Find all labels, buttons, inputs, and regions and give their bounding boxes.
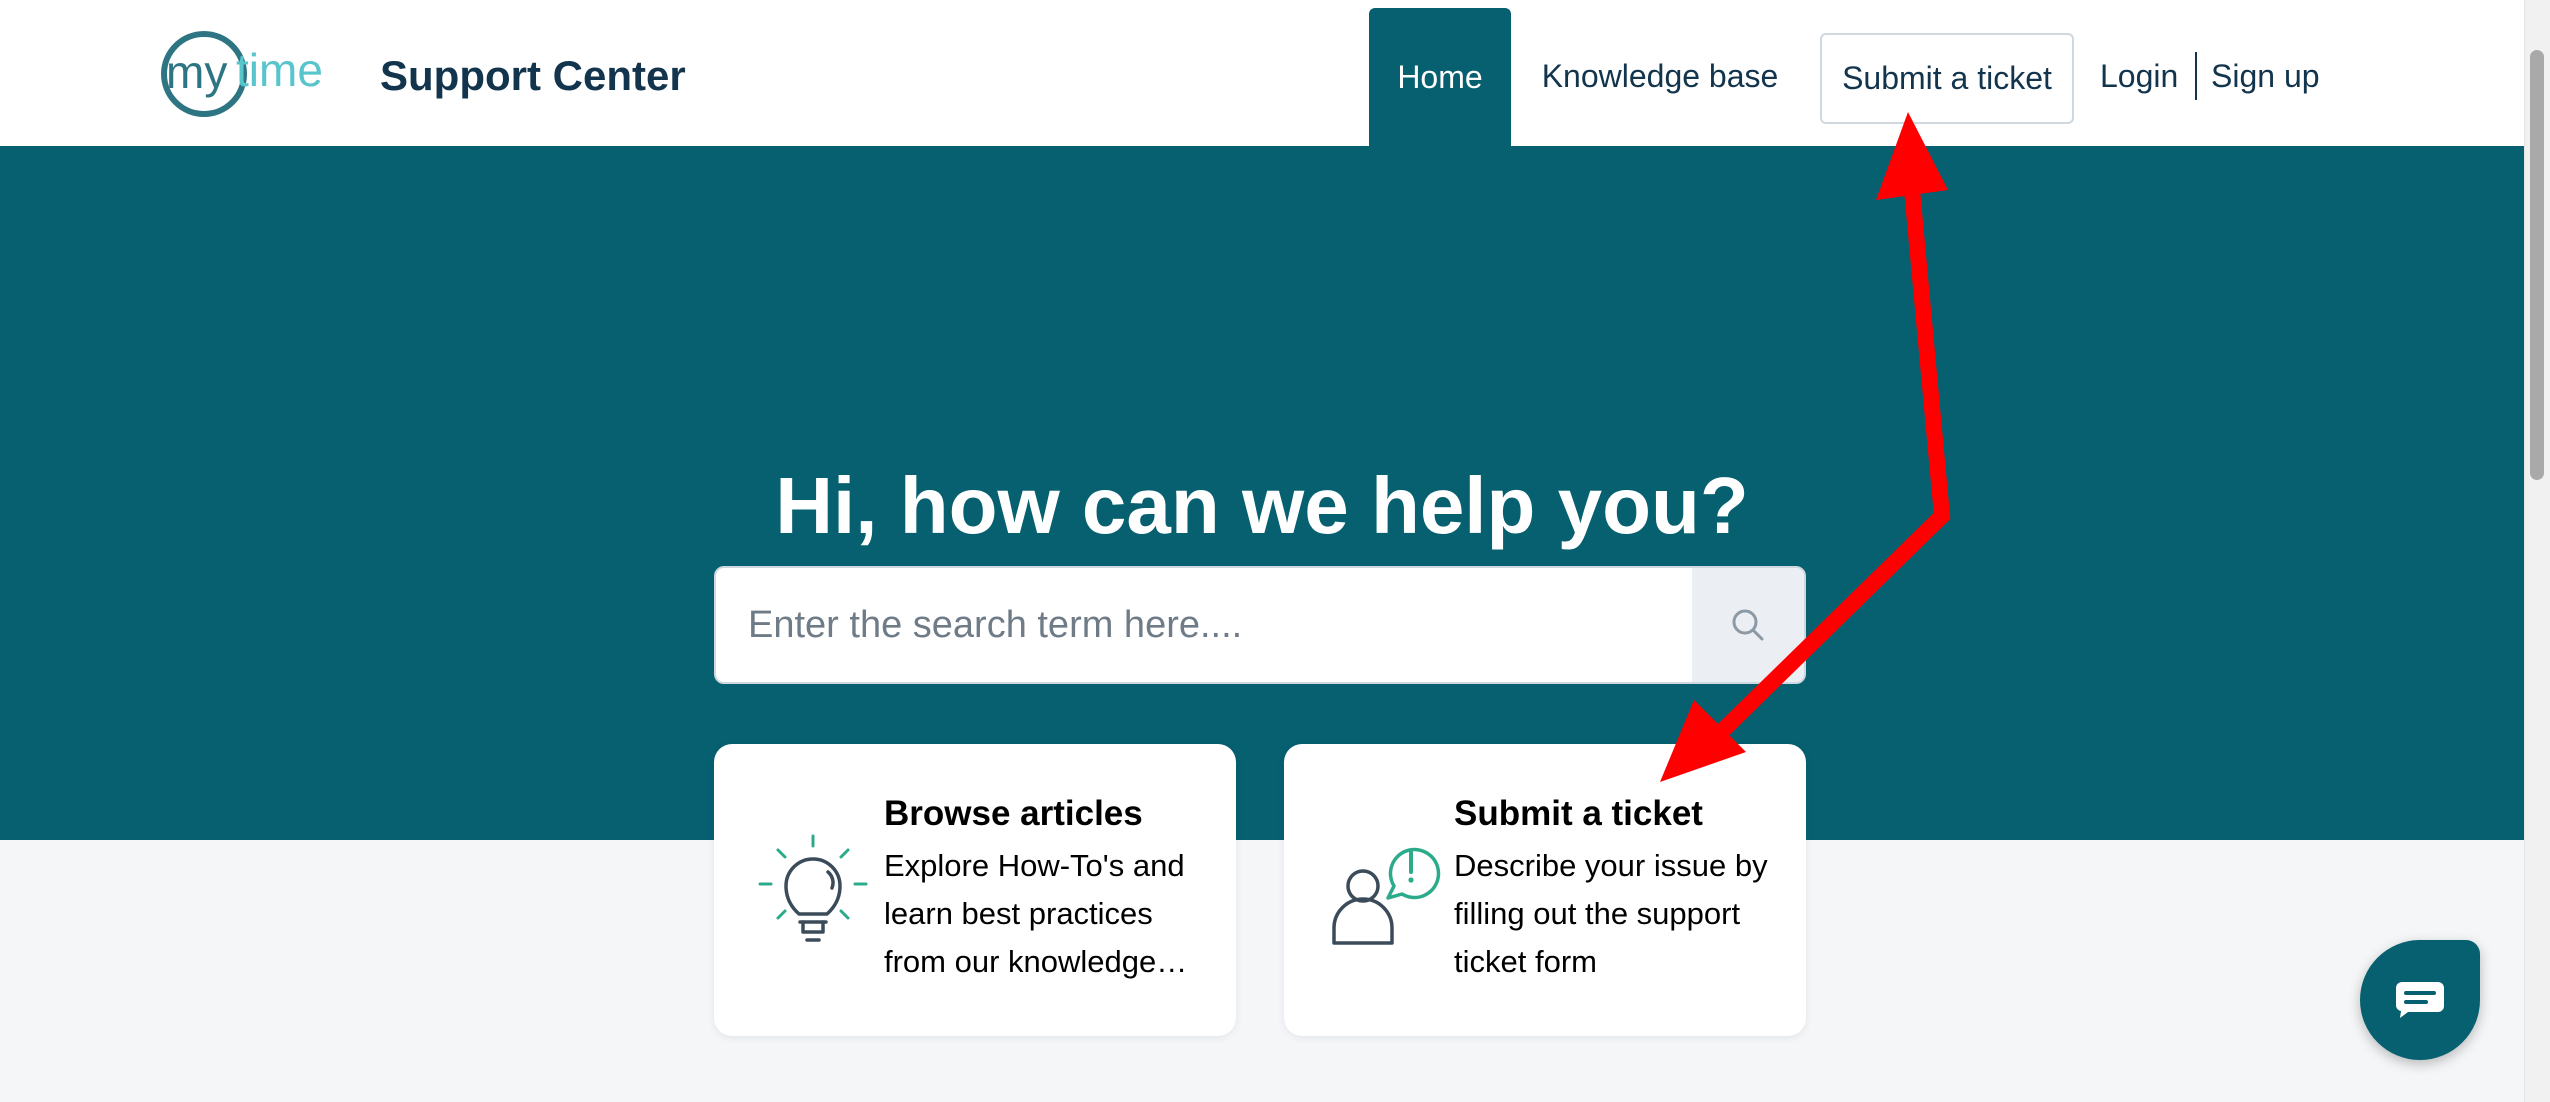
search-input[interactable] [716, 568, 1692, 682]
card-title: Browse articles [884, 794, 1143, 833]
svg-text:my: my [166, 46, 227, 98]
nav-knowledge-base[interactable]: Knowledge base [1540, 40, 1780, 112]
nav-signup-link[interactable]: Sign up [2211, 40, 2320, 112]
hero-banner: Hi, how can we help you? [0, 146, 2524, 840]
nav-home[interactable]: Home [1369, 8, 1511, 146]
chat-launcher-button[interactable] [2360, 940, 2480, 1060]
scrollbar-thumb[interactable] [2530, 50, 2544, 480]
svg-text:time: time [236, 44, 323, 96]
nav-submit-ticket-button[interactable]: Submit a ticket [1820, 33, 2074, 124]
submit-ticket-card[interactable]: Submit a ticket Describe your issue by f… [1284, 744, 1806, 1036]
chat-icon [2396, 982, 2444, 1018]
card-description: Describe your issue by filling out the s… [1454, 848, 1768, 979]
card-description: Explore How-To's and learn best practice… [884, 848, 1185, 979]
card-title: Submit a ticket [1454, 794, 1703, 833]
search-button[interactable] [1692, 568, 1804, 682]
top-header: my time Support Center Home Knowledge ba… [0, 0, 2524, 146]
hero-title: Hi, how can we help you? [775, 461, 1749, 550]
nav-divider [2195, 52, 2197, 100]
nav-login-link[interactable]: Login [2100, 40, 2178, 112]
brand-title: Support Center [380, 52, 686, 99]
search-bar [714, 566, 1806, 684]
lightbulb-icon [758, 834, 868, 942]
user-alert-icon [1332, 847, 1441, 945]
search-icon [1732, 609, 1764, 641]
browse-articles-card[interactable]: Browse articles Explore How-To's and lea… [714, 744, 1236, 1036]
mytime-logo[interactable]: my time [152, 28, 362, 120]
